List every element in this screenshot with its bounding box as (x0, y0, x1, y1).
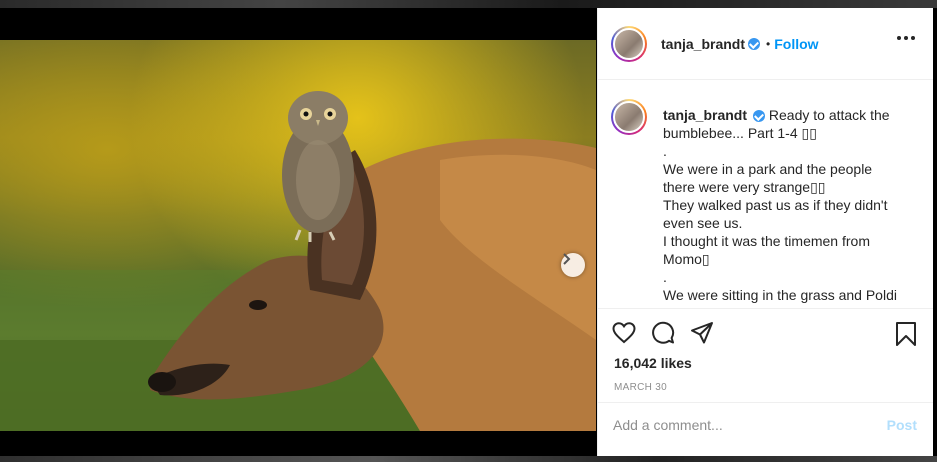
comments-area[interactable]: tanja_brandt Ready to attack the bumbleb… (598, 80, 933, 308)
post-actions: 16,042 likes MARCH 30 (598, 308, 933, 403)
author-info: tanja_brandt • Follow (661, 36, 819, 52)
caption-line: even see us. (663, 215, 743, 231)
caption-first-line: tanja_brandt Ready to attack the (663, 106, 908, 124)
comment-form: Post (598, 402, 933, 457)
photo-illustration (0, 91, 596, 431)
caption-line: They walked past us as if they didn't (663, 197, 888, 213)
caption-line: . (663, 269, 667, 285)
post-side-panel: tanja_brandt • Follow tanja_brandt Ready… (597, 8, 933, 456)
avatar-image (613, 101, 645, 133)
caption-line: We were sitting in the grass and Poldi (663, 287, 897, 303)
caption-username[interactable]: tanja_brandt (663, 107, 747, 123)
bookmark-icon[interactable] (895, 321, 917, 347)
carousel-next-button[interactable] (561, 253, 585, 277)
caption-line: there were very strange▯▯ (663, 179, 826, 195)
caption-avatar[interactable] (611, 99, 647, 135)
post-photo[interactable] (0, 40, 596, 431)
action-icons (612, 321, 714, 345)
author-username[interactable]: tanja_brandt (661, 36, 745, 52)
post-caption: tanja_brandt Ready to attack the bumbleb… (663, 106, 908, 304)
separator-bullet: • (766, 36, 771, 51)
comment-input[interactable] (613, 417, 863, 433)
comment-icon[interactable] (651, 321, 675, 345)
heart-icon[interactable] (612, 321, 636, 345)
follow-button[interactable]: Follow (774, 36, 818, 52)
background-page-top (0, 0, 937, 8)
caption-line: . (663, 143, 667, 159)
post-header: tanja_brandt • Follow (598, 8, 933, 80)
post-comment-button[interactable]: Post (887, 417, 917, 433)
avatar-image (613, 27, 645, 60)
post-date[interactable]: MARCH 30 (614, 382, 667, 393)
post-modal: tanja_brandt • Follow tanja_brandt Ready… (0, 8, 937, 456)
caption-line: We were in a park and the people (663, 161, 873, 177)
caption-line: Momo▯ (663, 251, 710, 267)
caption-text: Ready to attack the (768, 107, 890, 123)
share-icon[interactable] (690, 321, 714, 345)
more-options-icon[interactable] (897, 36, 915, 40)
like-count[interactable]: 16,042 likes (614, 355, 692, 371)
avatar[interactable] (611, 25, 647, 62)
chevron-right-icon (563, 253, 571, 265)
caption-line: I thought it was the timemen from (663, 233, 870, 249)
verified-badge-icon (753, 110, 766, 123)
caption-line: bumblebee... Part 1-4 ▯▯ (663, 125, 817, 141)
verified-badge-icon (748, 37, 761, 50)
